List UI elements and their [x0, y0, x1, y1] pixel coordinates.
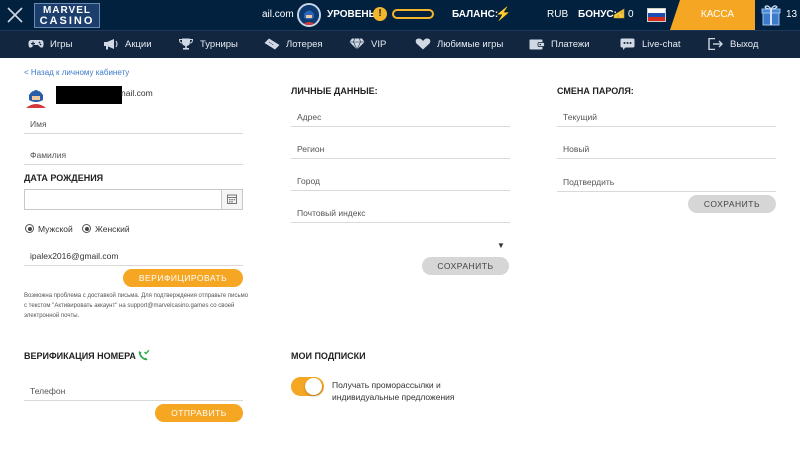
nav-label: Игры [50, 39, 73, 50]
gamepad-icon [28, 38, 44, 50]
captain-avatar-icon [299, 5, 319, 25]
dropdown-arrow-icon[interactable]: ▼ [497, 241, 505, 250]
wallet-icon [529, 38, 545, 50]
nav-item-live-chat[interactable]: Live-chat [620, 31, 681, 59]
logo-line2: CASINO [39, 15, 95, 27]
calendar-button[interactable] [221, 189, 243, 210]
region-field[interactable]: Регион [291, 139, 510, 159]
logout-icon [708, 38, 724, 51]
level-label: УРОВЕНЬ: [327, 9, 380, 20]
nav-label: Live-chat [642, 39, 681, 50]
postal-code-field[interactable]: Почтовый индекс [291, 203, 510, 223]
nav-item-lottery[interactable]: Лотерея [264, 31, 323, 59]
confirm-password-placeholder: Подтвердить [563, 177, 615, 187]
first-name-field[interactable]: Имя [24, 115, 243, 134]
megaphone-icon [103, 38, 119, 50]
nav-item-favorites[interactable]: Любимые игры [415, 31, 503, 59]
phone-placeholder: Телефон [30, 386, 66, 396]
nav-label: Турниры [200, 39, 238, 50]
nav-label: Лотерея [286, 39, 323, 50]
subscriptions-title: МОИ ПОДПИСКИ [291, 351, 366, 361]
main-nav: Игры Акции Турниры Лотерея VIP Любимые и… [0, 30, 800, 58]
avatar-icon [26, 87, 46, 108]
last-name-field[interactable]: Фамилия [24, 146, 243, 165]
nav-item-tournaments[interactable]: Турниры [178, 31, 238, 59]
close-icon[interactable] [5, 5, 25, 25]
account-email: nail.com [121, 88, 153, 98]
casino-logo[interactable]: MARVEL CASINO [34, 3, 100, 28]
city-field[interactable]: Город [291, 171, 510, 191]
top-header: MARVEL CASINO ail.com УРОВЕНЬ: ! БАЛАНС:… [0, 0, 800, 30]
nav-item-vip[interactable]: VIP [349, 31, 386, 59]
level-progress-bar [392, 9, 434, 19]
gender-female-radio[interactable] [82, 224, 91, 233]
cheese-icon [613, 8, 625, 19]
gender-male-label: Мужской [38, 224, 73, 234]
nav-label: Акции [125, 39, 152, 50]
bonus-label: БОНУС: [578, 9, 617, 20]
gift-count: 13 [786, 9, 798, 20]
address-field[interactable]: Адрес [291, 107, 510, 127]
email-field[interactable]: ipalex2016@gmail.com [24, 247, 243, 266]
city-placeholder: Город [297, 176, 320, 186]
currency-label: RUB [547, 9, 569, 20]
region-placeholder: Регион [297, 144, 325, 154]
nav-label: VIP [371, 39, 387, 50]
nav-label: Платежи [551, 39, 590, 50]
calendar-icon [227, 194, 237, 204]
phone-verification-title: ВЕРИФИКАЦИЯ НОМЕРА [24, 351, 136, 361]
personal-data-title: ЛИЧНЫЕ ДАННЫЕ: [291, 86, 378, 96]
save-password-button[interactable]: СОХРАНИТЬ [688, 195, 776, 213]
avatar[interactable] [297, 3, 321, 27]
verify-email-button[interactable]: ВЕРИФИЦИРОВАТЬ [123, 269, 243, 287]
first-name-placeholder: Имя [30, 119, 47, 129]
gift-icon [761, 5, 781, 26]
phone-field[interactable]: Телефон [24, 381, 243, 401]
heart-icon [415, 38, 431, 50]
bonus-value: 0 [628, 9, 634, 20]
birth-date-title: ДАТА РОЖДЕНИЯ [24, 173, 104, 183]
nav-item-logout[interactable]: Выход [708, 31, 758, 59]
address-placeholder: Адрес [297, 112, 322, 122]
send-code-button[interactable]: ОТПРАВИТЬ [155, 404, 243, 422]
russia-flag-icon[interactable] [647, 8, 666, 22]
back-link[interactable]: < Назад к личному кабинету [24, 68, 129, 77]
postal-code-placeholder: Почтовый индекс [297, 208, 366, 218]
balance-label: БАЛАНС: [452, 9, 499, 20]
nav-item-payments[interactable]: Платежи [529, 31, 590, 59]
phone-check-icon [138, 349, 150, 361]
header-email: ail.com [262, 9, 294, 20]
birth-date-input[interactable] [24, 189, 222, 210]
nav-item-promotions[interactable]: Акции [103, 31, 152, 59]
email-delivery-note: Возможна проблема с доставкой письма. Дл… [24, 293, 249, 319]
current-password-placeholder: Текущий [563, 112, 597, 122]
chat-icon [620, 38, 636, 51]
email-value: ipalex2016@gmail.com [30, 251, 119, 261]
gender-male-radio[interactable] [25, 224, 34, 233]
nav-label: Выход [730, 39, 759, 50]
last-name-placeholder: Фамилия [30, 150, 67, 160]
nav-label: Любимые игры [437, 39, 504, 50]
redacted-email-block [56, 86, 122, 104]
confirm-password-field[interactable]: Подтвердить [557, 172, 776, 192]
level-alert-icon: ! [373, 7, 387, 21]
cashier-button[interactable]: КАССА [670, 0, 755, 30]
gift-area[interactable]: 13 [755, 0, 800, 30]
new-password-field[interactable]: Новый [557, 139, 776, 159]
trophy-icon [178, 38, 194, 51]
new-password-placeholder: Новый [563, 144, 590, 154]
bolt-icon: ⚡ [495, 6, 512, 21]
promo-subscription-toggle[interactable] [291, 377, 324, 396]
ticket-icon [264, 38, 280, 50]
nav-item-games[interactable]: Игры [28, 31, 72, 59]
current-password-field[interactable]: Текущий [557, 107, 776, 127]
change-password-title: СМЕНА ПАРОЛЯ: [557, 86, 634, 96]
gender-female-label: Женский [95, 224, 130, 234]
save-personal-data-button[interactable]: СОХРАНИТЬ [422, 257, 509, 275]
promo-subscription-label: Получать проморассылки и индивидуальные … [332, 380, 455, 402]
diamond-icon [349, 38, 365, 51]
profile-content: < Назад к личному кабинету nail.com Имя … [0, 58, 800, 455]
